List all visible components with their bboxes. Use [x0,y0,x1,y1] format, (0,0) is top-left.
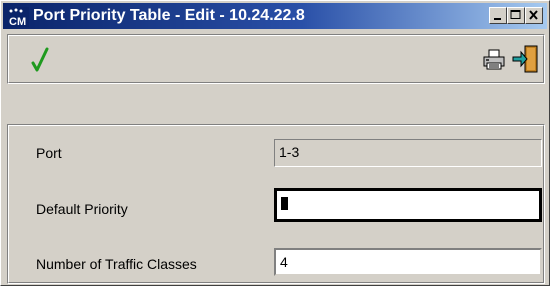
app-cm-icon: CM [7,7,29,27]
exit-door-icon[interactable] [511,44,539,74]
printer-icon[interactable] [482,48,506,72]
traffic-classes-label: Number of Traffic Classes [36,256,197,272]
default-priority-input[interactable]: 0 [274,188,542,222]
dialog-window: CM Port Priority Table - Edit - 10.24.22… [0,0,550,286]
traffic-classes-value: 4 [280,254,288,270]
form-panel: Port 1-3 Default Priority 0 Number of Tr… [7,124,545,284]
text-cursor [281,196,288,210]
svg-text:CM: CM [9,16,26,27]
window-title: Port Priority Table - Edit - 10.24.22.8 [33,7,305,24]
toolbar [7,34,545,84]
close-icon [529,10,538,20]
checkmark-icon[interactable] [30,47,50,73]
traffic-classes-input[interactable]: 4 [274,248,542,276]
port-label: Port [36,145,62,161]
default-priority-label: Default Priority [36,201,128,217]
minimize-icon [494,18,501,20]
title-bar[interactable]: CM Port Priority Table - Edit - 10.24.22… [3,3,547,29]
minimize-button[interactable] [489,7,507,24]
close-button[interactable] [525,7,543,24]
port-value: 1-3 [279,144,300,160]
maximize-icon [510,10,521,19]
maximize-button[interactable] [507,7,525,24]
port-field: 1-3 [274,139,542,167]
